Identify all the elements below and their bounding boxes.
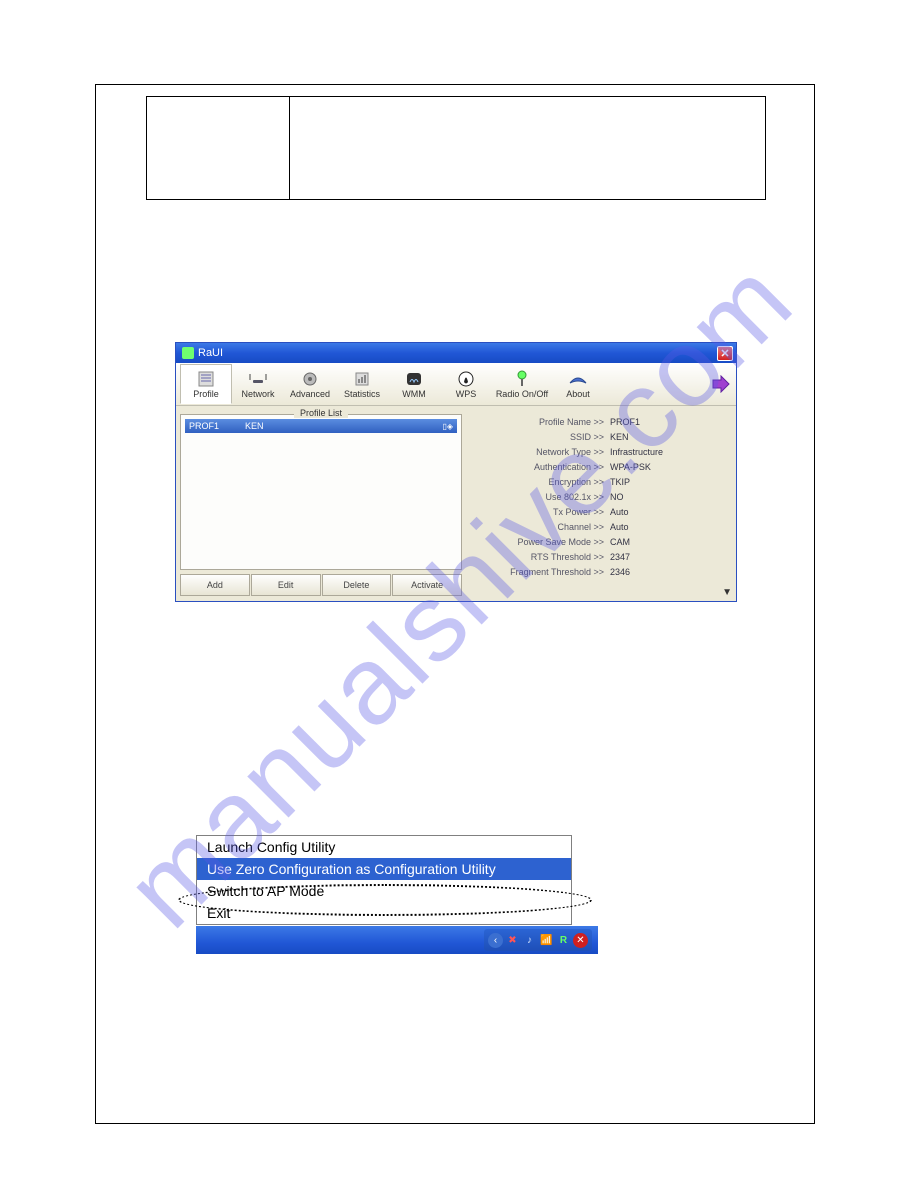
titlebar: RaUI ✕ bbox=[176, 343, 736, 363]
detail-tx-power: Tx Power >>Auto bbox=[474, 506, 728, 518]
toolbar-next-arrow[interactable] bbox=[710, 373, 732, 395]
activate-button[interactable]: Activate bbox=[392, 574, 462, 596]
profile-row-icons: ▯◈ bbox=[442, 422, 453, 431]
raui-window: RaUI ✕ Profile Network Advanced bbox=[175, 342, 737, 602]
tray-context-menu: Launch Config Utility Use Zero Configura… bbox=[196, 835, 572, 925]
profile-row-ssid: KEN bbox=[245, 421, 442, 431]
about-icon bbox=[568, 370, 588, 388]
system-tray: ‹ ✖ ♪ 📶 R ✕ bbox=[484, 929, 592, 951]
tab-about[interactable]: About bbox=[552, 364, 604, 404]
statistics-icon bbox=[352, 370, 372, 388]
network-icon bbox=[248, 370, 268, 388]
profile-icon bbox=[196, 370, 216, 388]
tab-wps-label: WPS bbox=[456, 389, 477, 399]
left-panel: Profile List PROF1 KEN ▯◈ Add Edit Delet… bbox=[176, 406, 466, 600]
tray-wifi-icon[interactable]: 📶 bbox=[539, 933, 554, 948]
tab-about-label: About bbox=[566, 389, 590, 399]
app-icon bbox=[182, 347, 194, 359]
tab-statistics[interactable]: Statistics bbox=[336, 364, 388, 404]
close-button[interactable]: ✕ bbox=[717, 346, 733, 361]
expand-arrow[interactable]: ▼ bbox=[722, 587, 732, 598]
radio-icon bbox=[512, 370, 532, 388]
menu-use-zero-config[interactable]: Use Zero Configuration as Configuration … bbox=[197, 858, 571, 880]
delete-button[interactable]: Delete bbox=[322, 574, 392, 596]
tray-sound-icon[interactable]: ♪ bbox=[522, 933, 537, 948]
profile-list-fieldset: Profile List PROF1 KEN ▯◈ bbox=[180, 414, 462, 570]
taskbar: ‹ ✖ ♪ 📶 R ✕ bbox=[196, 926, 598, 954]
tab-radio-label: Radio On/Off bbox=[496, 389, 548, 399]
tab-wps[interactable]: WPS bbox=[440, 364, 492, 404]
page-border bbox=[95, 84, 815, 1124]
tab-wmm-label: WMM bbox=[402, 389, 426, 399]
right-panel: Profile Name >>PROF1 SSID >>KEN Network … bbox=[466, 406, 736, 600]
detail-fragment: Fragment Threshold >>2346 bbox=[474, 566, 728, 578]
tab-advanced-label: Advanced bbox=[290, 389, 330, 399]
toolbar: Profile Network Advanced Statistics WMM bbox=[176, 363, 736, 406]
edit-button[interactable]: Edit bbox=[251, 574, 321, 596]
menu-exit[interactable]: Exit bbox=[197, 902, 571, 924]
tray-expand-icon[interactable]: ‹ bbox=[488, 933, 503, 948]
detail-network-type: Network Type >>Infrastructure bbox=[474, 446, 728, 458]
detail-encryption: Encryption >>TKIP bbox=[474, 476, 728, 488]
detail-8021x: Use 802.1x >>NO bbox=[474, 491, 728, 503]
detail-channel: Channel >>Auto bbox=[474, 521, 728, 533]
detail-rts: RTS Threshold >>2347 bbox=[474, 551, 728, 563]
top-empty-table bbox=[146, 96, 766, 200]
wmm-icon bbox=[404, 370, 424, 388]
tab-radio[interactable]: Radio On/Off bbox=[492, 364, 552, 404]
table-divider bbox=[289, 97, 290, 199]
tab-network[interactable]: Network bbox=[232, 364, 284, 404]
window-body: Profile List PROF1 KEN ▯◈ Add Edit Delet… bbox=[176, 406, 736, 600]
menu-launch-config[interactable]: Launch Config Utility bbox=[197, 836, 571, 858]
detail-authentication: Authentication >>WPA-PSK bbox=[474, 461, 728, 473]
profile-row-name: PROF1 bbox=[189, 421, 245, 431]
detail-ssid: SSID >>KEN bbox=[474, 431, 728, 443]
detail-power-save: Power Save Mode >>CAM bbox=[474, 536, 728, 548]
tab-profile-label: Profile bbox=[193, 389, 219, 399]
advanced-icon bbox=[300, 370, 320, 388]
wps-icon bbox=[456, 370, 476, 388]
close-icon: ✕ bbox=[720, 347, 729, 360]
menu-switch-ap-mode[interactable]: Switch to AP Mode bbox=[197, 880, 571, 902]
profile-list-legend: Profile List bbox=[294, 408, 348, 418]
detail-profile-name: Profile Name >>PROF1 bbox=[474, 416, 728, 428]
profile-row[interactable]: PROF1 KEN ▯◈ bbox=[185, 419, 457, 433]
tab-advanced[interactable]: Advanced bbox=[284, 364, 336, 404]
add-button[interactable]: Add bbox=[180, 574, 250, 596]
tab-profile[interactable]: Profile bbox=[180, 364, 232, 404]
tab-network-label: Network bbox=[241, 389, 274, 399]
window-title: RaUI bbox=[198, 347, 223, 359]
tab-wmm[interactable]: WMM bbox=[388, 364, 440, 404]
tray-network-icon[interactable]: ✖ bbox=[505, 933, 520, 948]
tray-security-icon[interactable]: ✕ bbox=[573, 933, 588, 948]
tab-statistics-label: Statistics bbox=[344, 389, 380, 399]
profile-button-row: Add Edit Delete Activate bbox=[180, 574, 462, 596]
tray-raui-icon[interactable]: R bbox=[556, 933, 571, 948]
